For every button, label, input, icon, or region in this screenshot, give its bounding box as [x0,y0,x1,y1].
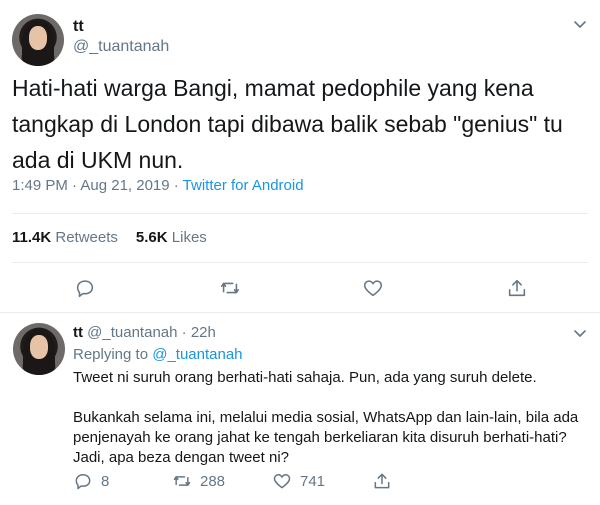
replying-prefix: Replying to [73,346,153,363]
likes-stat[interactable]: 5.6K Likes [136,229,207,246]
reply-timestamp[interactable]: 22h [191,324,216,341]
chevron-down-icon[interactable] [572,16,588,32]
likes-count: 5.6K [135,229,168,246]
likes-label: Likes [171,229,207,246]
reply-text: Tweet ni suruh orang berhati-hati sahaja… [73,368,588,488]
replying-to: Replying to @_tuantanah [73,346,243,363]
author-name[interactable]: tt [73,18,84,36]
like-count: 741 [300,472,326,490]
divider [12,213,588,214]
tweet-source[interactable]: Twitter for Android [183,177,304,194]
reply-icon[interactable] [73,471,93,491]
reply-paragraph: Tweet ni suruh orang berhati-hati sahaja… [73,369,537,386]
retweets-count: 11.4K [12,229,52,246]
main-tweet: tt @_tuantanah Hati-hati warga Bangi, ma… [0,0,600,312]
avatar-face [30,335,48,359]
share-icon[interactable] [372,471,392,491]
divider [12,262,588,263]
chevron-down-icon[interactable] [572,325,588,341]
retweet-action[interactable]: 288 [172,471,225,491]
avatar[interactable] [13,323,65,375]
reply-author-handle[interactable]: @_tuantanah [87,324,177,341]
tweet-separator [0,312,600,313]
retweets-stat[interactable]: 11.4K Retweets [12,229,118,246]
avatar-face [29,26,47,50]
share-action[interactable] [372,471,392,491]
like-icon[interactable] [272,471,292,491]
retweets-label: Retweets [55,229,118,246]
reply-author-name[interactable]: tt [73,324,83,341]
author-handle[interactable]: @_tuantanah [73,38,169,56]
tweet-meta: 1:49 PM · Aug 21, 2019 · Twitter for And… [12,177,304,194]
replying-to-link[interactable]: @_tuantanah [152,346,242,363]
reply-icon[interactable] [74,277,96,299]
tweet-stats: 11.4K Retweets 5.6K Likes [12,229,207,246]
separator-dot: · [177,324,191,341]
reply-header: tt @_tuantanah · 22h [73,324,216,341]
reply-paragraph: Bukankah selama ini, melalui media sosia… [73,409,579,466]
reply-action[interactable]: 8 [73,471,109,491]
retweet-count: 288 [200,472,226,490]
tweet-timestamp[interactable]: 1:49 PM · Aug 21, 2019 · [12,177,183,194]
retweet-icon[interactable] [219,277,241,299]
like-icon[interactable] [362,277,384,299]
tweet-text: Hati-hati warga Bangi, mamat pedophile y… [12,75,563,173]
reply-count: 8 [101,472,110,490]
retweet-icon[interactable] [172,471,192,491]
avatar[interactable] [12,14,64,66]
like-action[interactable]: 741 [272,471,325,491]
share-icon[interactable] [506,277,528,299]
